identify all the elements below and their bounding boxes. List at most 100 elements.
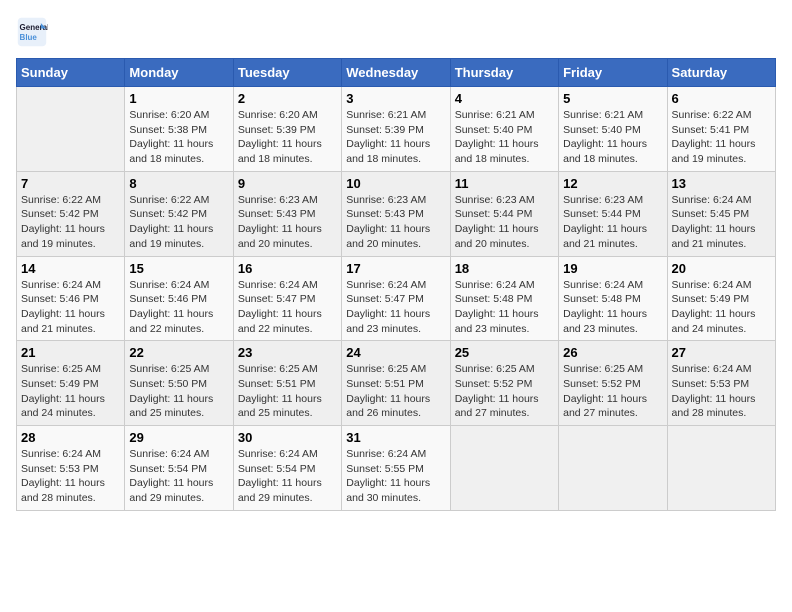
col-header-thursday: Thursday <box>450 59 558 87</box>
day-number: 23 <box>238 345 337 360</box>
day-number: 14 <box>21 261 120 276</box>
calendar-cell: 21 Sunrise: 6:25 AM Sunset: 5:49 PM Dayli… <box>17 341 125 426</box>
day-number: 12 <box>563 176 662 191</box>
day-number: 17 <box>346 261 445 276</box>
calendar-body: 1 Sunrise: 6:20 AM Sunset: 5:38 PM Daylig… <box>17 87 776 511</box>
calendar-table: SundayMondayTuesdayWednesdayThursdayFrid… <box>16 58 776 511</box>
calendar-cell <box>17 87 125 172</box>
logo: General Blue <box>16 16 52 48</box>
calendar-cell: 28 Sunrise: 6:24 AM Sunset: 5:53 PM Dayli… <box>17 426 125 511</box>
calendar-cell: 17 Sunrise: 6:24 AM Sunset: 5:47 PM Dayli… <box>342 256 450 341</box>
col-header-friday: Friday <box>559 59 667 87</box>
day-detail: Sunrise: 6:22 AM Sunset: 5:42 PM Dayligh… <box>21 193 120 252</box>
calendar-cell: 26 Sunrise: 6:25 AM Sunset: 5:52 PM Dayli… <box>559 341 667 426</box>
calendar-cell: 24 Sunrise: 6:25 AM Sunset: 5:51 PM Dayli… <box>342 341 450 426</box>
col-header-tuesday: Tuesday <box>233 59 341 87</box>
day-number: 8 <box>129 176 228 191</box>
day-detail: Sunrise: 6:21 AM Sunset: 5:39 PM Dayligh… <box>346 108 445 167</box>
day-number: 28 <box>21 430 120 445</box>
col-header-sunday: Sunday <box>17 59 125 87</box>
calendar-cell: 16Sunrise: 6:24 AM Sunset: 5:47 PM Dayli… <box>233 256 341 341</box>
col-header-wednesday: Wednesday <box>342 59 450 87</box>
day-detail: Sunrise: 6:24 AM Sunset: 5:46 PM Dayligh… <box>129 278 228 337</box>
day-number: 19 <box>563 261 662 276</box>
calendar-cell: 12 Sunrise: 6:23 AM Sunset: 5:44 PM Dayli… <box>559 171 667 256</box>
day-number: 13 <box>672 176 771 191</box>
calendar-cell: 31 Sunrise: 6:24 AM Sunset: 5:55 PM Dayli… <box>342 426 450 511</box>
day-number: 15 <box>129 261 228 276</box>
day-detail: Sunrise: 6:20 AM Sunset: 5:38 PM Dayligh… <box>129 108 228 167</box>
day-number: 4 <box>455 91 554 106</box>
day-detail: Sunrise: 6:24 AM Sunset: 5:49 PM Dayligh… <box>672 278 771 337</box>
day-detail: Sunrise: 6:24 AM Sunset: 5:53 PM Dayligh… <box>21 447 120 506</box>
header-row: SundayMondayTuesdayWednesdayThursdayFrid… <box>17 59 776 87</box>
day-detail: Sunrise: 6:25 AM Sunset: 5:50 PM Dayligh… <box>129 362 228 421</box>
day-detail: Sunrise: 6:24 AM Sunset: 5:47 PM Dayligh… <box>346 278 445 337</box>
day-number: 30 <box>238 430 337 445</box>
day-number: 11 <box>455 176 554 191</box>
day-number: 9 <box>238 176 337 191</box>
day-detail: Sunrise: 6:23 AM Sunset: 5:43 PM Dayligh… <box>346 193 445 252</box>
calendar-cell: 11Sunrise: 6:23 AM Sunset: 5:44 PM Dayli… <box>450 171 558 256</box>
calendar-cell: 2 Sunrise: 6:20 AM Sunset: 5:39 PM Daylig… <box>233 87 341 172</box>
day-detail: Sunrise: 6:23 AM Sunset: 5:44 PM Dayligh… <box>563 193 662 252</box>
day-number: 22 <box>129 345 228 360</box>
calendar-cell: 22 Sunrise: 6:25 AM Sunset: 5:50 PM Dayli… <box>125 341 233 426</box>
calendar-cell: 23 Sunrise: 6:25 AM Sunset: 5:51 PM Dayli… <box>233 341 341 426</box>
day-number: 26 <box>563 345 662 360</box>
day-number: 5 <box>563 91 662 106</box>
calendar-cell: 4 Sunrise: 6:21 AM Sunset: 5:40 PM Daylig… <box>450 87 558 172</box>
day-detail: Sunrise: 6:25 AM Sunset: 5:52 PM Dayligh… <box>455 362 554 421</box>
day-number: 25 <box>455 345 554 360</box>
day-number: 6 <box>672 91 771 106</box>
day-detail: Sunrise: 6:21 AM Sunset: 5:40 PM Dayligh… <box>563 108 662 167</box>
calendar-cell: 15 Sunrise: 6:24 AM Sunset: 5:46 PM Dayli… <box>125 256 233 341</box>
day-detail: Sunrise: 6:24 AM Sunset: 5:48 PM Dayligh… <box>455 278 554 337</box>
calendar-cell: 3 Sunrise: 6:21 AM Sunset: 5:39 PM Daylig… <box>342 87 450 172</box>
day-number: 2 <box>238 91 337 106</box>
calendar-cell: 6Sunrise: 6:22 AM Sunset: 5:41 PM Daylig… <box>667 87 775 172</box>
page-header: General Blue <box>16 16 776 48</box>
calendar-cell <box>667 426 775 511</box>
col-header-saturday: Saturday <box>667 59 775 87</box>
calendar-cell: 10Sunrise: 6:23 AM Sunset: 5:43 PM Dayli… <box>342 171 450 256</box>
day-number: 7 <box>21 176 120 191</box>
calendar-cell: 7 Sunrise: 6:22 AM Sunset: 5:42 PM Daylig… <box>17 171 125 256</box>
day-detail: Sunrise: 6:24 AM Sunset: 5:55 PM Dayligh… <box>346 447 445 506</box>
calendar-cell <box>559 426 667 511</box>
calendar-cell: 29 Sunrise: 6:24 AM Sunset: 5:54 PM Dayli… <box>125 426 233 511</box>
day-number: 16 <box>238 261 337 276</box>
day-detail: Sunrise: 6:25 AM Sunset: 5:51 PM Dayligh… <box>346 362 445 421</box>
logo-icon: General Blue <box>16 16 48 48</box>
day-detail: Sunrise: 6:25 AM Sunset: 5:49 PM Dayligh… <box>21 362 120 421</box>
day-number: 21 <box>21 345 120 360</box>
svg-text:Blue: Blue <box>20 33 38 42</box>
day-number: 20 <box>672 261 771 276</box>
day-number: 3 <box>346 91 445 106</box>
calendar-cell: 19 Sunrise: 6:24 AM Sunset: 5:48 PM Dayli… <box>559 256 667 341</box>
day-number: 18 <box>455 261 554 276</box>
calendar-cell: 30 Sunrise: 6:24 AM Sunset: 5:54 PM Dayli… <box>233 426 341 511</box>
day-number: 24 <box>346 345 445 360</box>
day-detail: Sunrise: 6:24 AM Sunset: 5:54 PM Dayligh… <box>238 447 337 506</box>
day-detail: Sunrise: 6:20 AM Sunset: 5:39 PM Dayligh… <box>238 108 337 167</box>
calendar-cell: 13Sunrise: 6:24 AM Sunset: 5:45 PM Dayli… <box>667 171 775 256</box>
day-detail: Sunrise: 6:25 AM Sunset: 5:51 PM Dayligh… <box>238 362 337 421</box>
day-number: 29 <box>129 430 228 445</box>
calendar-cell: 18 Sunrise: 6:24 AM Sunset: 5:48 PM Dayli… <box>450 256 558 341</box>
day-number: 1 <box>129 91 228 106</box>
calendar-row: 21 Sunrise: 6:25 AM Sunset: 5:49 PM Dayli… <box>17 341 776 426</box>
day-detail: Sunrise: 6:24 AM Sunset: 5:54 PM Dayligh… <box>129 447 228 506</box>
calendar-cell: 8Sunrise: 6:22 AM Sunset: 5:42 PM Daylig… <box>125 171 233 256</box>
calendar-cell: 14Sunrise: 6:24 AM Sunset: 5:46 PM Dayli… <box>17 256 125 341</box>
calendar-cell: 27Sunrise: 6:24 AM Sunset: 5:53 PM Dayli… <box>667 341 775 426</box>
day-detail: Sunrise: 6:25 AM Sunset: 5:52 PM Dayligh… <box>563 362 662 421</box>
day-detail: Sunrise: 6:24 AM Sunset: 5:48 PM Dayligh… <box>563 278 662 337</box>
day-detail: Sunrise: 6:23 AM Sunset: 5:43 PM Dayligh… <box>238 193 337 252</box>
calendar-cell: 20 Sunrise: 6:24 AM Sunset: 5:49 PM Dayli… <box>667 256 775 341</box>
calendar-row: 7 Sunrise: 6:22 AM Sunset: 5:42 PM Daylig… <box>17 171 776 256</box>
calendar-row: 28 Sunrise: 6:24 AM Sunset: 5:53 PM Dayli… <box>17 426 776 511</box>
day-number: 31 <box>346 430 445 445</box>
calendar-cell: 1 Sunrise: 6:20 AM Sunset: 5:38 PM Daylig… <box>125 87 233 172</box>
day-detail: Sunrise: 6:21 AM Sunset: 5:40 PM Dayligh… <box>455 108 554 167</box>
